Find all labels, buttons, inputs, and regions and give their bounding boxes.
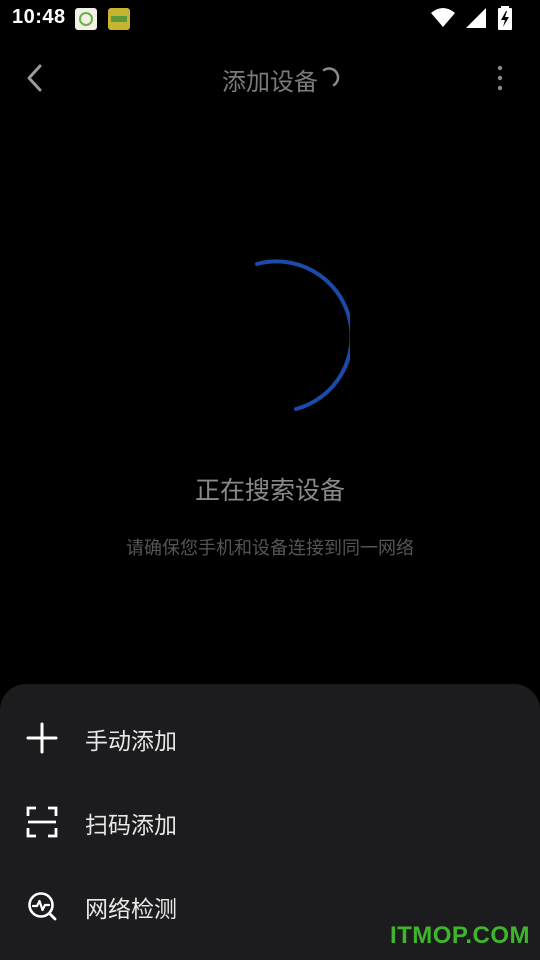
status-bar: 10:48 bbox=[0, 0, 540, 36]
scan-icon bbox=[26, 806, 58, 838]
network-check-icon bbox=[28, 892, 57, 921]
watermark: ITMOP.COM bbox=[389, 922, 530, 949]
searching-status: 正在搜索设备 bbox=[194, 476, 345, 505]
manual-add-option[interactable]: 手动添加 bbox=[0, 702, 540, 774]
loading-spinner-icon bbox=[322, 67, 340, 87]
page-title: 添加设备 bbox=[222, 68, 318, 96]
add-options-sheet: 手动添加 扫码添加 网络检测 bbox=[0, 684, 540, 960]
app-notification-icon bbox=[108, 8, 130, 30]
manual-add-label: 手动添加 bbox=[85, 729, 177, 755]
scan-add-option[interactable]: 扫码添加 bbox=[0, 786, 540, 858]
status-time: 10:48 bbox=[12, 6, 66, 28]
toolbar: 添加设备 bbox=[0, 48, 540, 108]
searching-spinner bbox=[255, 259, 350, 411]
network-hint: 请确保您手机和设备连接到同一网络 bbox=[126, 538, 414, 559]
more-options-button[interactable] bbox=[486, 60, 514, 96]
app-notification-icon bbox=[75, 8, 97, 30]
cell-signal-icon bbox=[466, 8, 486, 28]
battery-charging-icon bbox=[498, 6, 512, 30]
network-check-label: 网络检测 bbox=[85, 897, 177, 923]
scan-add-label: 扫码添加 bbox=[85, 813, 177, 839]
wifi-icon bbox=[431, 8, 455, 27]
plus-icon bbox=[26, 722, 58, 754]
more-vertical-icon bbox=[497, 65, 503, 91]
